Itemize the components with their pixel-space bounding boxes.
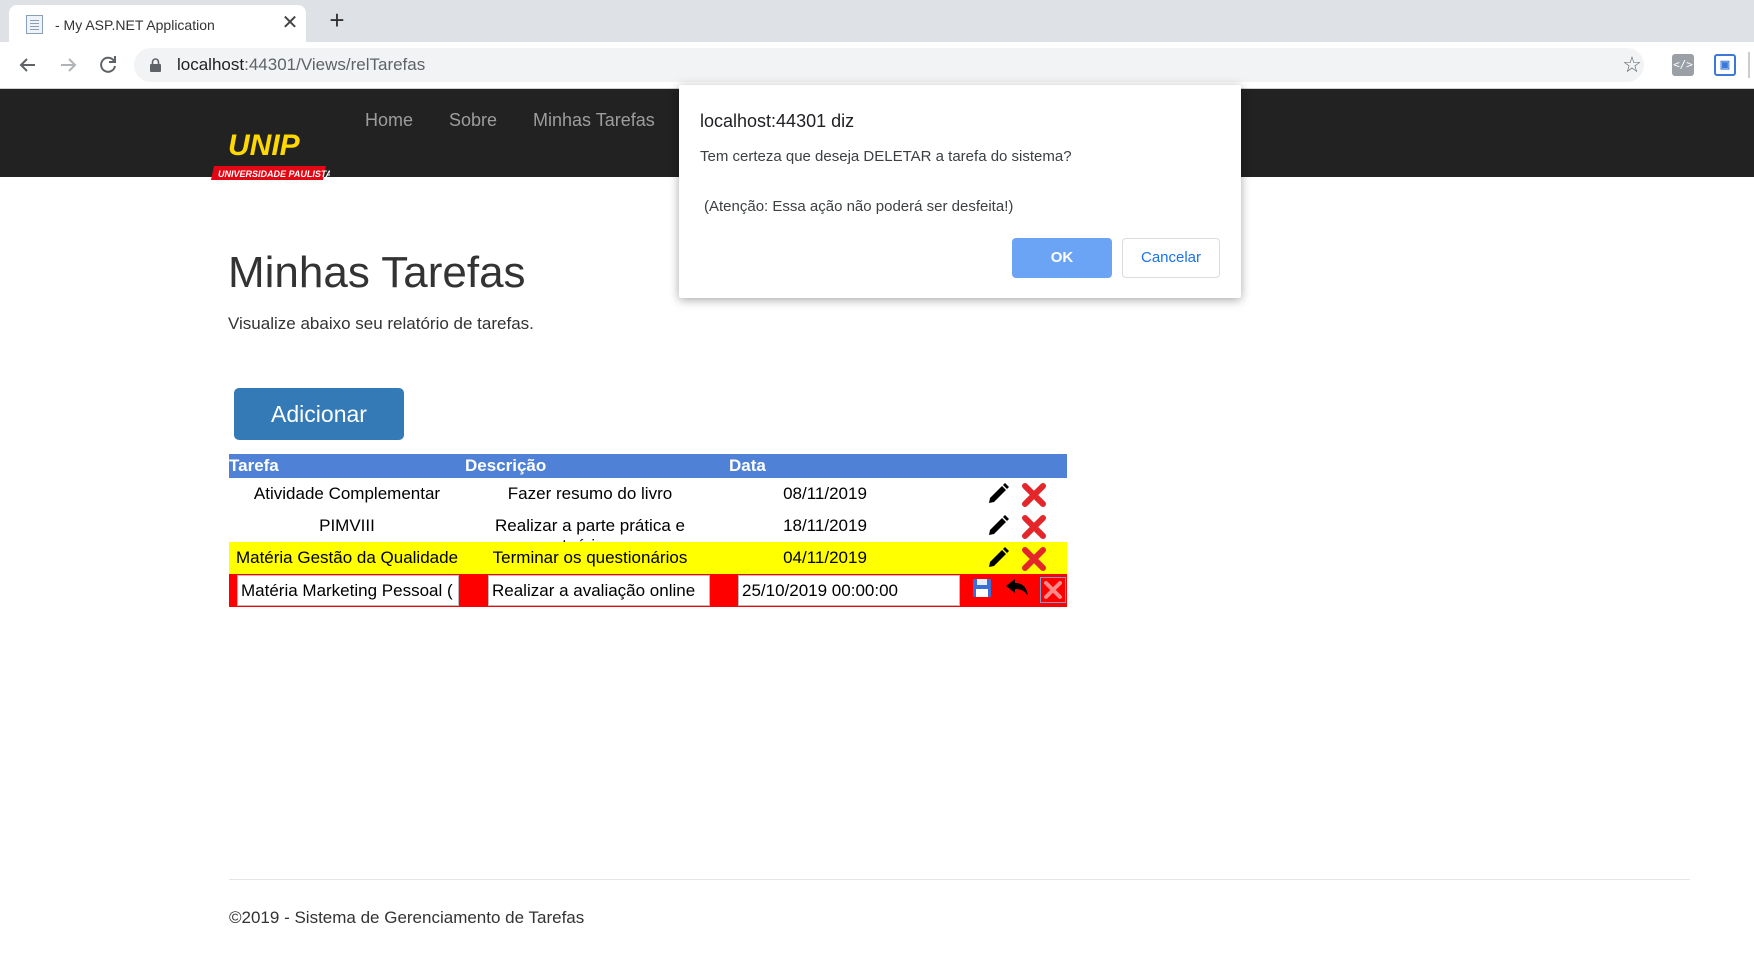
header-descricao: Descrição [465,456,547,475]
bookmark-star-icon[interactable]: ☆ [1619,52,1645,78]
page-favicon-icon [26,15,43,34]
table-row-selected: Matéria Gestão da Qualidade Terminar os … [229,542,1067,574]
cancel-edit-x-icon[interactable] [1040,577,1066,603]
delete-x-icon[interactable] [1021,482,1046,507]
edit-data-input[interactable]: 25/10/2019 00:00:00 [738,575,960,606]
lock-icon[interactable] [150,58,161,72]
nav-home[interactable]: Home [365,110,413,131]
nav-minhas-tarefas[interactable]: Minhas Tarefas [533,110,655,131]
delete-x-icon[interactable] [1021,546,1046,571]
cell-tarefa: Matéria Gestão da Qualidade [235,548,459,567]
back-arrow-icon[interactable] [15,52,41,78]
nav-sobre[interactable]: Sobre [449,110,497,131]
cell-tarefa: PIMVIII [319,516,375,535]
reload-icon[interactable] [95,52,121,78]
header-data: Data [729,456,766,475]
unip-logo[interactable]: UNIP UNIVERSIDADE PAULISTA [210,128,332,184]
table-header: Tarefa Descrição Data [229,454,1067,478]
new-tab-icon[interactable]: + [323,6,351,34]
dialog-message: Tem certeza que deseja DELETAR a tarefa … [700,148,1072,165]
edit-pencil-icon[interactable] [986,514,1010,538]
edit-descricao-input[interactable]: Realizar a avaliação online [488,575,710,606]
cancel-button[interactable]: Cancelar [1122,238,1220,278]
forward-arrow-icon[interactable] [55,52,81,78]
url-text[interactable]: localhost:44301/Views/relTarefas [177,55,425,75]
browser-tab[interactable]: - My ASP.NET Application ✕ [9,5,306,42]
tab-close-icon[interactable]: ✕ [280,13,300,33]
table-row-editing: Matéria Marketing Pessoal ( Realizar a a… [229,574,1067,607]
cell-descricao: Terminar os questionários [492,548,688,567]
url-path: :44301/Views/relTarefas [244,55,426,74]
delete-x-icon[interactable] [1021,514,1046,539]
header-tarefa: Tarefa [229,456,279,475]
menu-divider [1748,52,1750,78]
save-floppy-icon[interactable] [971,577,993,599]
cell-tarefa: Atividade Complementar [253,484,441,503]
cell-data: 18/11/2019 [783,516,867,535]
confirm-dialog: localhost:44301 diz Tem certeza que dese… [679,85,1241,298]
footer-divider [229,879,1690,880]
dialog-warning: (Atenção: Essa ação não poderá ser desfe… [704,198,1014,215]
dialog-title: localhost:44301 diz [700,111,855,131]
cell-descricao: Fazer resumo do livro [507,484,673,503]
undo-arrow-icon[interactable] [1004,576,1030,600]
edit-pencil-icon[interactable] [986,482,1010,506]
cell-data: 08/11/2019 [783,484,867,503]
add-task-button[interactable]: Adicionar [234,388,404,440]
ok-button[interactable]: OK [1012,238,1112,278]
svg-text:UNIP: UNIP [228,129,301,162]
edit-tarefa-input[interactable]: Matéria Marketing Pessoal ( [237,575,459,606]
extension-code-icon[interactable]: </> [1672,54,1694,76]
table-row: Atividade Complementar Fazer resumo do l… [229,478,1067,510]
url-host: localhost [177,55,245,74]
svg-text:UNIVERSIDADE PAULISTA: UNIVERSIDADE PAULISTA [218,169,330,179]
table-row: PIMVIII Realizar a parte prática e teóri… [229,510,1067,555]
cell-data: 04/11/2019 [783,548,867,567]
page-subtitle: Visualize abaixo seu relatório de tarefa… [228,314,534,333]
tab-title: - My ASP.NET Application [55,17,215,33]
footer-text: ©2019 - Sistema de Gerenciamento de Tare… [229,908,585,927]
extension-window-icon[interactable]: ▣ [1714,54,1736,76]
edit-pencil-icon[interactable] [986,546,1010,570]
page-title: Minhas Tarefas [228,248,526,297]
